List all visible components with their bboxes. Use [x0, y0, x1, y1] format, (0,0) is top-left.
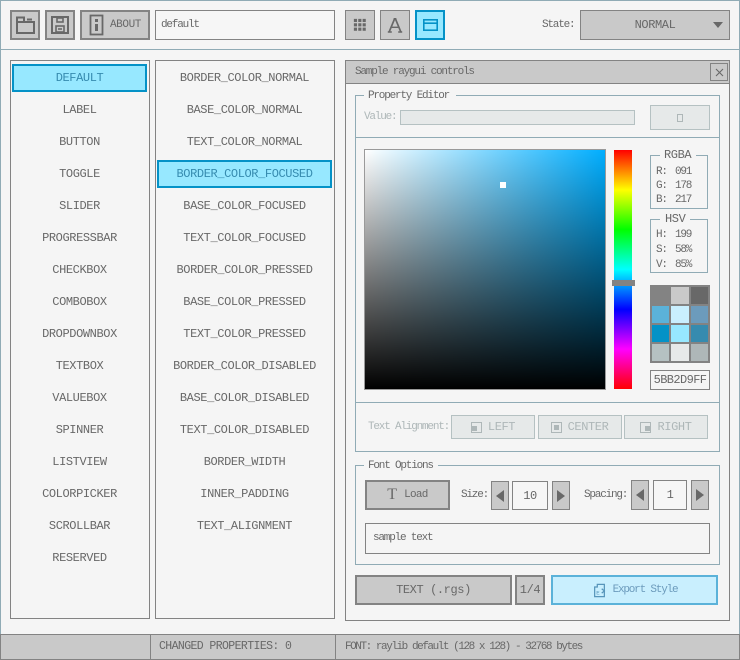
svg-text:E: E — [596, 589, 600, 596]
